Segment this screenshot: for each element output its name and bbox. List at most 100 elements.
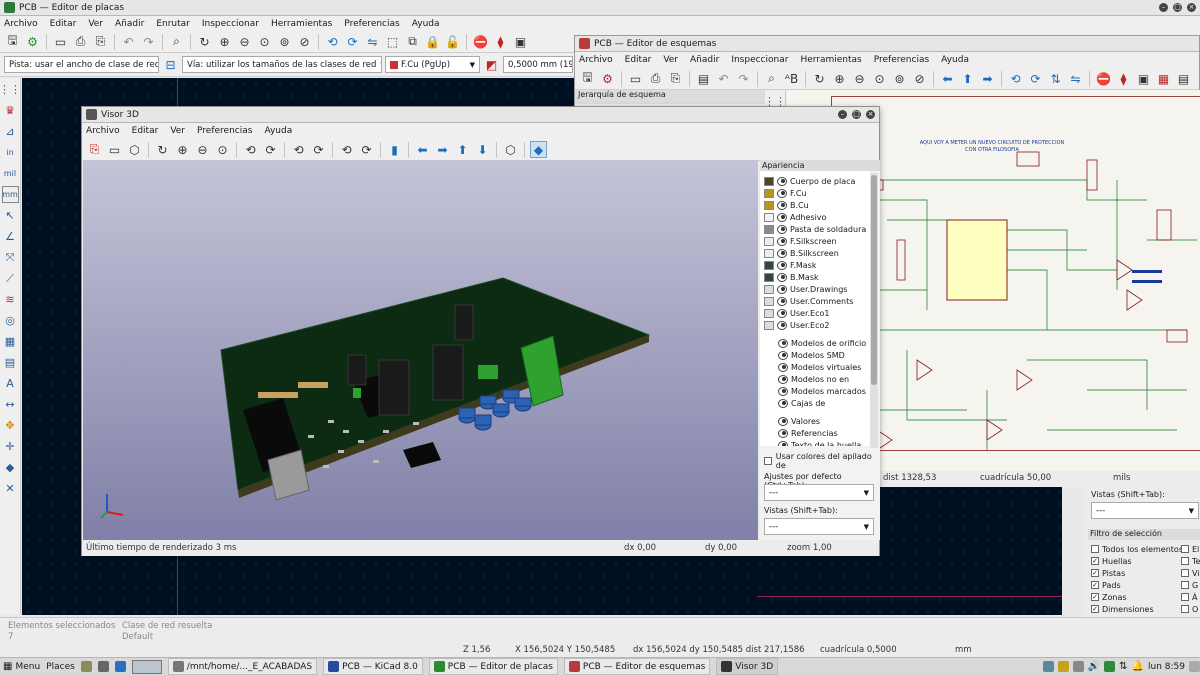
sch-menu-editar[interactable]: Editar bbox=[625, 55, 652, 65]
viewer-maximize-icon[interactable]: □ bbox=[852, 110, 861, 119]
filter-checkbox[interactable] bbox=[1181, 557, 1189, 565]
filter-row[interactable]: O bbox=[1181, 603, 1200, 615]
model-row[interactable]: Modelos no en bbox=[760, 373, 870, 385]
filter-row[interactable]: ✓ Zonas bbox=[1091, 591, 1183, 603]
plot-icon[interactable]: ⎘ bbox=[92, 33, 109, 50]
visibility-eye-icon[interactable] bbox=[777, 236, 787, 246]
rotate-y-ccw-icon[interactable]: ⟳ bbox=[310, 141, 327, 158]
origin-icon[interactable]: ✥ bbox=[2, 417, 19, 434]
layer-row[interactable]: F.Cu bbox=[760, 187, 870, 199]
sch-zoom-selection-icon[interactable]: ⊘ bbox=[911, 70, 928, 87]
sch-setup-icon[interactable]: ⚙ bbox=[599, 70, 616, 87]
viewer-menu-preferencias[interactable]: Preferencias bbox=[197, 126, 252, 136]
flip-board-icon[interactable]: ▮ bbox=[386, 141, 403, 158]
pcb-views-select[interactable]: --- ▼ bbox=[1091, 502, 1199, 519]
filter-checkbox[interactable] bbox=[1181, 581, 1189, 589]
task-file-manager[interactable]: /mnt/home/..._E_ACABADAS bbox=[167, 658, 318, 675]
clock[interactable]: lun 8:59 bbox=[1148, 662, 1185, 672]
pan-up-icon[interactable]: ⬆ bbox=[454, 141, 471, 158]
sch-undo-icon[interactable]: ↶ bbox=[715, 70, 732, 87]
sch-menu-preferencias[interactable]: Preferencias bbox=[874, 55, 929, 65]
filter-checkbox[interactable] bbox=[1091, 545, 1099, 553]
grid-origin-icon[interactable]: ✛ bbox=[2, 438, 19, 455]
polar-coords-icon[interactable]: ⊿ bbox=[2, 123, 19, 140]
grid-select[interactable]: 0,5000 mm (19,6 bbox=[503, 56, 573, 73]
sch-print-icon[interactable]: ⎙ bbox=[647, 70, 664, 87]
filter-checkbox[interactable]: ✓ bbox=[1091, 593, 1099, 601]
visibility-eye-icon[interactable] bbox=[777, 272, 787, 282]
sch-zoom-in-icon[interactable]: ⊕ bbox=[831, 70, 848, 87]
diff-pair-icon[interactable]: ≋ bbox=[2, 291, 19, 308]
menu-ayuda[interactable]: Ayuda bbox=[412, 19, 440, 29]
layer-row[interactable]: B.Cu bbox=[760, 199, 870, 211]
track-width-auto-icon[interactable]: ⊟ bbox=[162, 56, 179, 73]
rotate-cw-icon[interactable]: ⟳ bbox=[344, 33, 361, 50]
zoom-selection-icon[interactable]: ⊘ bbox=[296, 33, 313, 50]
viewer-raytrace-icon[interactable]: ⬡ bbox=[126, 141, 143, 158]
viewer-minimize-icon[interactable]: – bbox=[838, 110, 847, 119]
layer-color-swatch[interactable] bbox=[764, 200, 774, 210]
zoom-out-icon[interactable]: ⊖ bbox=[236, 33, 253, 50]
visibility-eye-icon[interactable] bbox=[777, 248, 787, 258]
layer-row[interactable]: User.Eco2 bbox=[760, 319, 870, 331]
visibility-eye-icon[interactable] bbox=[777, 284, 787, 294]
viewer-views-select[interactable]: --- ▼ bbox=[764, 518, 874, 535]
sch-menu-ayuda[interactable]: Ayuda bbox=[941, 55, 969, 65]
layer-color-swatch[interactable] bbox=[764, 188, 774, 198]
zone-icon[interactable]: ▦ bbox=[2, 333, 19, 350]
sch-mirror-v-icon[interactable]: ⇅ bbox=[1047, 70, 1064, 87]
object-row[interactable]: Valores bbox=[760, 415, 870, 427]
sch-menu-herramientas[interactable]: Herramientas bbox=[800, 55, 861, 65]
menu-preferencias[interactable]: Preferencias bbox=[344, 19, 399, 29]
zoom-objects-icon[interactable]: ⊚ bbox=[276, 33, 293, 50]
save-icon[interactable]: 🖫 bbox=[4, 33, 21, 50]
route-icon[interactable]: ⟋ bbox=[2, 270, 19, 287]
drc-icon[interactable]: ⛔ bbox=[472, 33, 489, 50]
measure-icon[interactable]: ∠ bbox=[2, 228, 19, 245]
viewer-menu-ver[interactable]: Ver bbox=[170, 126, 185, 136]
board-setup-icon[interactable]: ⚙ bbox=[24, 33, 41, 50]
sch-rotate-ccw-icon[interactable]: ⟲ bbox=[1007, 70, 1024, 87]
rotate-x-ccw-icon[interactable]: ⟳ bbox=[262, 141, 279, 158]
filter-row[interactable]: Vi bbox=[1181, 567, 1200, 579]
netlist-update-icon[interactable]: ⧫ bbox=[492, 33, 509, 50]
layer-row[interactable]: F.Mask bbox=[760, 259, 870, 271]
start-menu-button[interactable]: ▦ Menu bbox=[3, 661, 40, 672]
network-icon[interactable]: ⇅ bbox=[1119, 661, 1127, 672]
menu-ver[interactable]: Ver bbox=[88, 19, 103, 29]
visibility-eye-icon[interactable] bbox=[778, 428, 788, 438]
viewer-close-icon[interactable]: × bbox=[866, 110, 875, 119]
visibility-eye-icon[interactable] bbox=[778, 398, 788, 408]
filter-row[interactable]: ✓ Dimensiones bbox=[1091, 603, 1183, 615]
menu-inspeccionar[interactable]: Inspeccionar bbox=[202, 19, 259, 29]
filter-checkbox[interactable]: ✓ bbox=[1091, 581, 1099, 589]
sch-plot-icon[interactable]: ⎘ bbox=[667, 70, 684, 87]
find-icon[interactable]: ⌕ bbox=[168, 33, 185, 50]
filter-row[interactable]: Á bbox=[1181, 591, 1200, 603]
pan-left-icon[interactable]: ⬅ bbox=[414, 141, 431, 158]
track-width-select[interactable]: Pista: usar el ancho de clase de red▼ bbox=[4, 56, 159, 73]
sch-rotate-cw-icon[interactable]: ⟳ bbox=[1027, 70, 1044, 87]
via-size-select[interactable]: Vía: utilizar los tamaños de las clases … bbox=[182, 56, 382, 73]
viewer-menu-ayuda[interactable]: Ayuda bbox=[264, 126, 292, 136]
sch-zoom-out-icon[interactable]: ⊖ bbox=[851, 70, 868, 87]
terminal-icon[interactable] bbox=[97, 661, 109, 672]
netlist-icon[interactable]: ♛ bbox=[2, 102, 19, 119]
stackup-colors-row[interactable]: Usar colores del apilado de bbox=[764, 452, 880, 470]
visibility-eye-icon[interactable] bbox=[777, 320, 787, 330]
ratsnest-icon[interactable]: ⤧ bbox=[2, 249, 19, 266]
places-button[interactable]: Places bbox=[46, 662, 75, 672]
maximize-icon[interactable]: □ bbox=[1173, 3, 1182, 12]
menu-enrutar[interactable]: Enrutar bbox=[156, 19, 190, 29]
menu-editar[interactable]: Editar bbox=[50, 19, 77, 29]
file-manager-icon[interactable] bbox=[80, 661, 92, 672]
graphic-icon[interactable]: ▤ bbox=[2, 354, 19, 371]
object-row[interactable]: Texto de la huella bbox=[760, 439, 870, 446]
layer-color-swatch[interactable] bbox=[764, 284, 774, 294]
mil-icon[interactable]: mil bbox=[2, 165, 19, 182]
filter-row[interactable]: ✓ Pads bbox=[1091, 579, 1183, 591]
filter-row[interactable]: Todos los elementos bbox=[1091, 543, 1183, 555]
sch-zoom-fit-icon[interactable]: ⊙ bbox=[871, 70, 888, 87]
task-3d-viewer[interactable]: Visor 3D bbox=[716, 658, 779, 675]
browser-icon[interactable] bbox=[114, 661, 126, 672]
